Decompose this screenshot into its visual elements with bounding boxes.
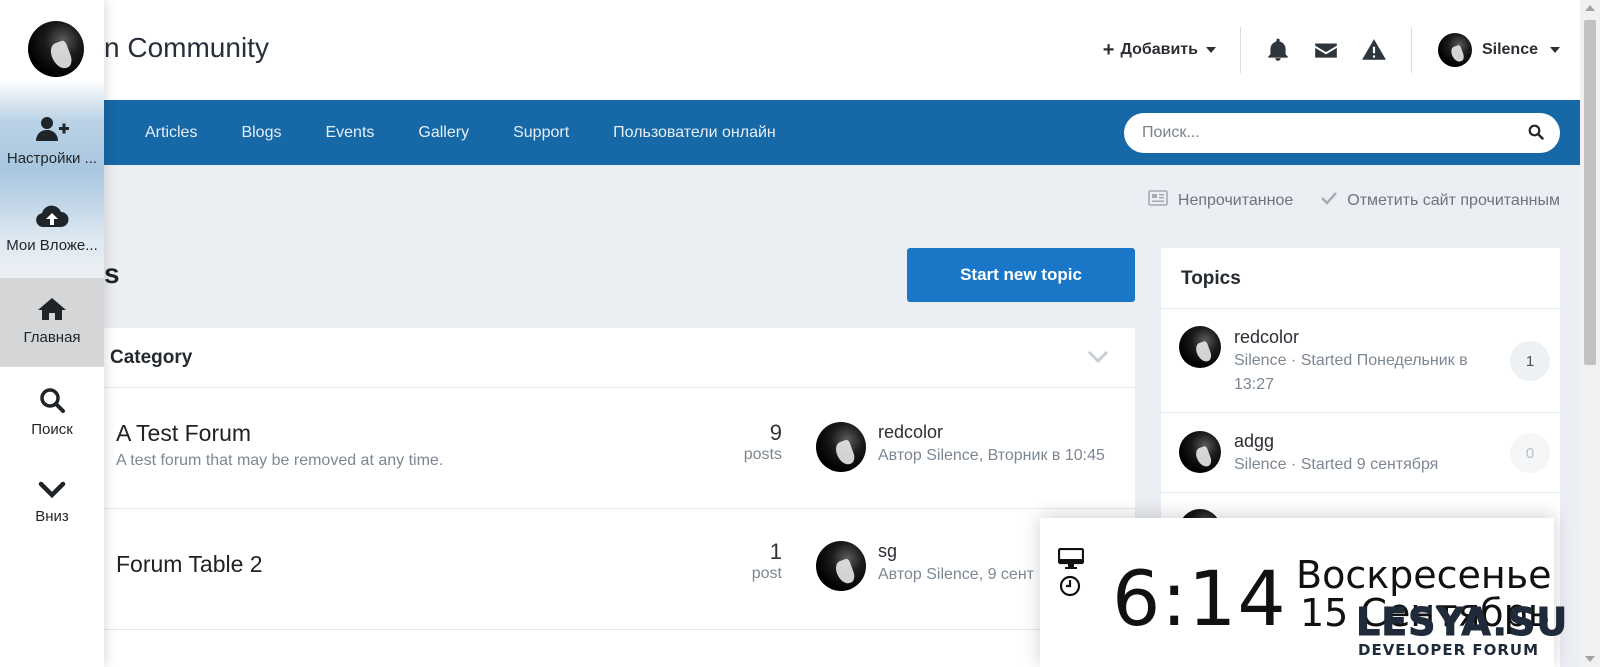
post-count: 1 post <box>752 539 782 583</box>
scroll-down-arrow-icon[interactable] <box>1585 656 1595 662</box>
panel-item-label: Поиск <box>31 421 73 438</box>
last-post: sg Автор Silence, 9 сент <box>816 541 1034 591</box>
panel-item-label: Вниз <box>35 508 69 525</box>
post-count: 9 posts <box>744 420 782 464</box>
scroll-up-arrow-icon[interactable] <box>1585 5 1595 11</box>
category-title[interactable]: Category <box>110 347 192 369</box>
panel-item-label: Мои Вложе... <box>6 237 98 254</box>
last-post: redcolor Автор Silence, Вторник в 10:45 <box>816 422 1105 472</box>
nav-link-events[interactable]: Events <box>325 124 374 142</box>
clock-widget-icons <box>1058 548 1084 598</box>
user-menu-button[interactable]: Silence <box>1412 33 1580 67</box>
page-scrollbar[interactable] <box>1580 0 1600 667</box>
panel-item-label: Главная <box>23 329 81 346</box>
search-icon <box>0 387 104 417</box>
floating-side-panel: Настройки ... Мои Вложе... Главная Поиск… <box>0 0 104 667</box>
check-icon <box>1321 191 1338 210</box>
notification-icons <box>1241 37 1411 63</box>
topic-meta: Silence · Started Понедельник в 13:27 <box>1234 352 1468 393</box>
search-icon[interactable] <box>1528 124 1544 145</box>
post-count-label: post <box>751 565 782 582</box>
panel-item-search[interactable]: Поиск <box>0 387 104 438</box>
avatar[interactable] <box>1179 326 1221 368</box>
clock-icon <box>1058 574 1084 598</box>
panel-item-attachments[interactable]: Мои Вложе... <box>0 205 104 254</box>
watermark-title: LESYA.SU <box>1355 600 1569 644</box>
topic-reply-count: 0 <box>1510 433 1550 473</box>
clock-day: Воскресенье <box>1296 553 1552 597</box>
avatar[interactable] <box>816 541 866 591</box>
post-count-number: 1 <box>769 539 782 564</box>
last-post-title[interactable]: redcolor <box>878 422 1105 443</box>
panel-item-home[interactable]: Главная <box>0 297 104 346</box>
watermark-logo: LESYA.SU DEVELOPER FORUM <box>1355 600 1580 667</box>
unread-label: Непрочитанное <box>1177 191 1294 209</box>
avatar <box>1437 33 1472 67</box>
forum-name[interactable]: A Test Forum <box>116 420 251 447</box>
topic-meta: Silence · Started 9 сентября <box>1234 456 1439 473</box>
last-post-meta: Автор Silence, 9 сент <box>878 566 1034 583</box>
panel-item-settings[interactable]: Настройки ... <box>0 116 104 167</box>
unread-content-link[interactable]: Непрочитанное <box>1148 190 1293 211</box>
forum-name[interactable]: Forum Table 2 <box>116 551 263 578</box>
nav-link-blogs[interactable]: Blogs <box>241 124 281 142</box>
mark-read-label: Отметить сайт прочитанным <box>1347 191 1560 209</box>
page-title: s <box>104 258 120 289</box>
activity-actions: Непрочитанное Отметить сайт прочитанным <box>1148 190 1560 211</box>
forum-row[interactable]: A Test Forum A test forum that may be re… <box>104 388 1135 509</box>
user-name: Silence <box>1481 41 1538 58</box>
panel-item-scroll-down[interactable]: Вниз <box>0 480 104 525</box>
nav-link-support[interactable]: Support <box>513 124 569 142</box>
start-new-topic-button[interactable]: Start new topic <box>907 248 1135 302</box>
add-content-button[interactable]: + Добавить <box>1103 39 1240 62</box>
clock-time: 6:14 <box>1112 554 1287 643</box>
topics-title: Topics <box>1161 248 1560 309</box>
plus-icon: + <box>1102 38 1115 61</box>
header-actions: + Добавить Silence <box>1103 0 1580 100</box>
next-card-edge <box>104 652 1135 667</box>
mark-site-read-link[interactable]: Отметить сайт прочитанным <box>1321 190 1560 211</box>
forum-category-card: Category A Test Forum A test forum that … <box>104 328 1135 660</box>
site-title[interactable]: n Community <box>104 32 269 64</box>
home-icon <box>0 297 104 325</box>
newspaper-icon <box>1148 190 1168 211</box>
caret-down-icon <box>1550 47 1560 53</box>
cloud-upload-icon <box>0 205 104 233</box>
monitor-icon <box>1058 548 1084 570</box>
add-content-label: Добавить <box>1120 41 1198 58</box>
nav-link-online-users[interactable]: Пользователи онлайн <box>613 124 776 142</box>
last-post-title[interactable]: sg <box>878 541 1034 562</box>
bell-icon[interactable] <box>1265 37 1291 63</box>
topic-title[interactable]: adgg <box>1234 431 1274 452</box>
topic-title[interactable]: redcolor <box>1234 327 1299 348</box>
topic-item[interactable]: adgg Silence · Started 9 сентября 0 <box>1161 413 1560 493</box>
category-header: Category <box>104 328 1135 388</box>
panel-item-label: Настройки ... <box>6 150 98 167</box>
post-count-number: 9 <box>769 420 782 445</box>
topic-reply-count: 1 <box>1510 341 1550 381</box>
chevron-down-icon[interactable] <box>1087 350 1109 369</box>
envelope-icon[interactable] <box>1313 37 1339 63</box>
nav-links: Articles Blogs Events Gallery Support По… <box>145 100 776 165</box>
search-box <box>1124 113 1560 153</box>
avatar[interactable] <box>816 422 866 472</box>
topic-item[interactable]: redcolor Silence · Started Понедельник в… <box>1161 309 1560 413</box>
avatar[interactable] <box>1179 431 1221 473</box>
chevron-down-icon <box>0 480 104 504</box>
avatar[interactable] <box>28 21 84 77</box>
nav-link-gallery[interactable]: Gallery <box>418 124 469 142</box>
warning-icon[interactable] <box>1361 37 1387 63</box>
caret-down-icon <box>1205 47 1216 53</box>
site-header: n Community + Добавить Silence <box>0 0 1580 100</box>
last-post-meta: Автор Silence, Вторник в 10:45 <box>878 447 1105 464</box>
forum-description: A test forum that may be removed at any … <box>116 452 444 469</box>
post-count-label: posts <box>743 446 782 463</box>
nav-link-articles[interactable]: Articles <box>145 124 197 142</box>
search-input[interactable] <box>1124 113 1484 153</box>
forum-row[interactable]: Forum Table 2 1 post sg Автор Silence, 9… <box>104 509 1135 630</box>
user-plus-icon <box>0 116 104 146</box>
scrollbar-thumb[interactable] <box>1584 20 1596 365</box>
watermark-subtitle: DEVELOPER FORUM <box>1358 641 1539 659</box>
